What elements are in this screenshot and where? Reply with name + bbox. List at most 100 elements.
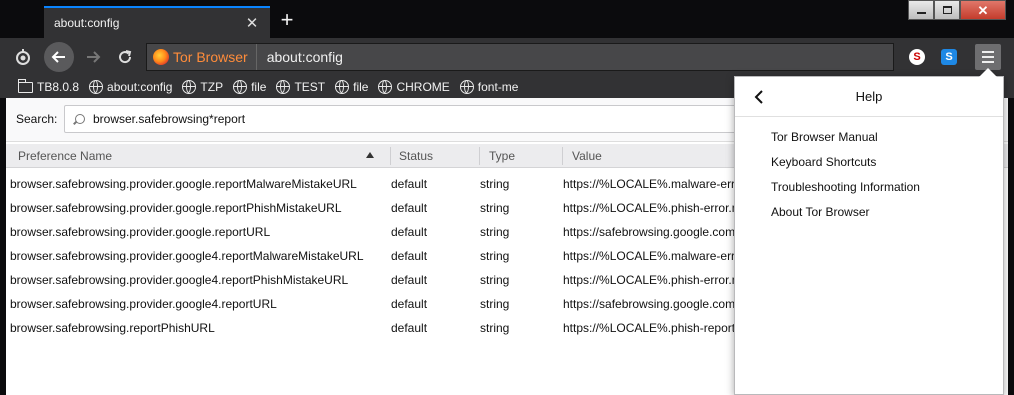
pref-name: browser.safebrowsing.provider.google.rep… — [10, 201, 342, 215]
bookmark-label: CHROME — [396, 80, 450, 94]
window-close-button[interactable]: ✕ — [960, 0, 1006, 20]
pref-status: default — [391, 297, 428, 311]
search-label: Search: — [16, 112, 58, 126]
plus-icon[interactable]: + — [274, 8, 300, 34]
onion-icon[interactable] — [8, 42, 38, 72]
minimize-icon — [916, 12, 926, 14]
help-panel-header: Help — [735, 77, 1003, 117]
globe-icon — [459, 80, 474, 94]
pref-value: https://%LOCALE%.malware-error.m — [563, 249, 743, 263]
bookmark-label: TEST — [294, 80, 326, 94]
pref-type: string — [480, 273, 510, 287]
bookmark-font-me[interactable]: font-me — [459, 80, 519, 94]
firefox-icon — [153, 49, 169, 65]
url-bar[interactable]: Tor Browser about:config — [146, 43, 894, 71]
tab-title: about:config — [54, 16, 120, 30]
globe-icon — [276, 80, 291, 94]
pref-type: string — [480, 201, 510, 215]
bookmark-chrome[interactable]: CHROME — [378, 80, 450, 94]
panel-arrow — [979, 68, 997, 77]
menu-item-about-tor-browser[interactable]: About Tor Browser — [735, 200, 1003, 225]
site-identity[interactable]: Tor Browser — [147, 44, 257, 70]
bookmark-test[interactable]: TEST — [276, 80, 325, 94]
search-input[interactable] — [93, 112, 793, 126]
pref-status: default — [391, 249, 428, 263]
pref-type: string — [480, 321, 510, 335]
column-header-value[interactable]: Value — [572, 149, 602, 163]
column-divider[interactable] — [562, 147, 563, 165]
tab-strip: about:config ✕ + ✕ — [0, 0, 1014, 38]
menu-item-tor-browser-manual[interactable]: Tor Browser Manual — [735, 125, 1003, 150]
column-header-name[interactable]: Preference Name — [18, 149, 112, 163]
help-menu-panel: Help Tor Browser Manual Keyboard Shortcu… — [734, 68, 1004, 395]
tab-about-config[interactable]: about:config ✕ — [44, 6, 270, 38]
folder-icon — [18, 78, 33, 93]
pref-status: default — [391, 273, 428, 287]
globe-icon — [378, 80, 393, 94]
pref-status: default — [391, 321, 428, 335]
menu-item-troubleshooting-information[interactable]: Troubleshooting Information — [735, 175, 1003, 200]
pref-name: browser.safebrowsing.provider.google4.re… — [10, 273, 349, 287]
extension-icon-s-blue[interactable]: S — [941, 49, 957, 65]
bookmark-file-2[interactable]: file — [335, 80, 368, 94]
column-divider[interactable] — [479, 147, 480, 165]
pref-name: browser.safebrowsing.provider.google.rep… — [10, 225, 271, 239]
bookmark-about-config[interactable]: about:config — [89, 80, 172, 94]
pref-value: https://safebrowsing.google.com — [563, 225, 736, 239]
maximize-icon — [942, 6, 952, 14]
help-menu-items: Tor Browser Manual Keyboard Shortcuts Tr… — [735, 125, 1003, 225]
minimize-button[interactable] — [908, 0, 934, 20]
extension-icon-s-red[interactable]: S — [909, 49, 925, 65]
pref-value: https://%LOCALE%.phish-error.m — [563, 273, 742, 287]
bookmark-label: TZP — [200, 80, 224, 94]
arrow-right-icon — [87, 51, 101, 63]
pref-status: default — [391, 177, 428, 191]
pref-name: browser.safebrowsing.provider.google4.re… — [10, 297, 277, 311]
bookmark-label: file — [251, 80, 267, 94]
help-panel-title: Help — [855, 89, 883, 104]
bookmark-file[interactable]: file — [233, 80, 266, 94]
navigation-bar: Tor Browser about:config S S — [0, 38, 1014, 76]
search-icon — [75, 114, 85, 124]
pref-type: string — [480, 249, 510, 263]
url-text[interactable]: about:config — [257, 49, 343, 65]
bookmark-folder-tb808[interactable]: TB8.0.8 — [18, 78, 80, 94]
sort-ascending-icon — [366, 152, 374, 158]
bookmark-label: TB8.0.8 — [37, 80, 80, 94]
column-header-status[interactable]: Status — [399, 149, 433, 163]
maximize-button[interactable] — [934, 0, 960, 20]
close-icon[interactable]: ✕ — [244, 15, 260, 31]
globe-icon — [182, 80, 197, 94]
pref-value: https://%LOCALE%.phish-error.m — [563, 201, 742, 215]
back-button[interactable] — [44, 42, 74, 72]
globe-icon — [335, 80, 350, 94]
column-divider[interactable] — [390, 147, 391, 165]
browser-window: about:config ✕ + ✕ Tor Browser about:con… — [0, 0, 1014, 395]
pref-value: https://%LOCALE%.phish-report — [563, 321, 736, 335]
menu-item-keyboard-shortcuts[interactable]: Keyboard Shortcuts — [735, 150, 1003, 175]
pref-type: string — [480, 177, 510, 191]
arrow-left-icon — [51, 51, 65, 63]
globe-icon — [233, 80, 248, 94]
globe-icon — [89, 80, 104, 94]
forward-button[interactable] — [78, 42, 108, 72]
bookmark-tzp[interactable]: TZP — [182, 80, 223, 94]
pref-name: browser.safebrowsing.reportPhishURL — [10, 321, 215, 335]
pref-name: browser.safebrowsing.provider.google.rep… — [10, 177, 357, 191]
reload-icon — [119, 50, 132, 64]
pref-status: default — [391, 201, 428, 215]
identity-label: Tor Browser — [173, 49, 248, 65]
pref-value: https://%LOCALE%.malware-error.m — [563, 177, 743, 191]
hamburger-menu-icon[interactable] — [975, 44, 1001, 70]
pref-status: default — [391, 225, 428, 239]
bookmark-label: about:config — [107, 80, 173, 94]
window-close-icon: ✕ — [977, 2, 989, 18]
column-header-type[interactable]: Type — [489, 149, 515, 163]
pref-type: string — [480, 225, 510, 239]
reload-button[interactable] — [110, 42, 140, 72]
pref-value: https://safebrowsing.google.com — [563, 297, 736, 311]
pref-type: string — [480, 297, 510, 311]
bookmark-label: font-me — [477, 80, 519, 94]
pref-name: browser.safebrowsing.provider.google4.re… — [10, 249, 364, 263]
bookmark-label: file — [353, 80, 369, 94]
